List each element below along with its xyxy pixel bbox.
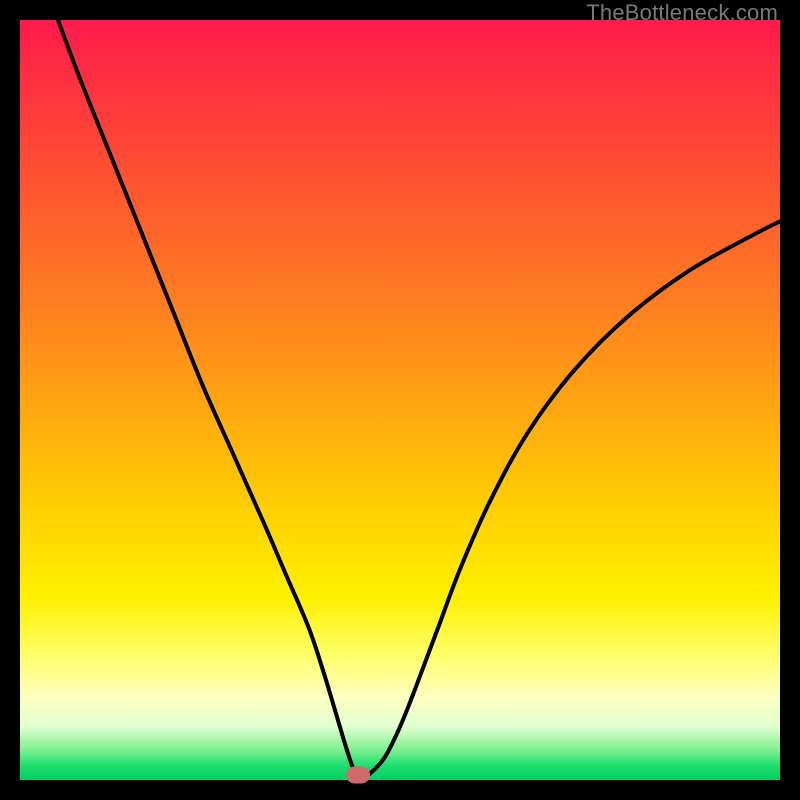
- chart-frame: TheBottleneck.com: [0, 0, 800, 800]
- curve-svg: [20, 20, 780, 780]
- optimum-marker: [346, 767, 370, 784]
- bottleneck-curve: [58, 20, 780, 777]
- watermark-text: TheBottleneck.com: [586, 0, 778, 26]
- plot-area: [20, 20, 780, 780]
